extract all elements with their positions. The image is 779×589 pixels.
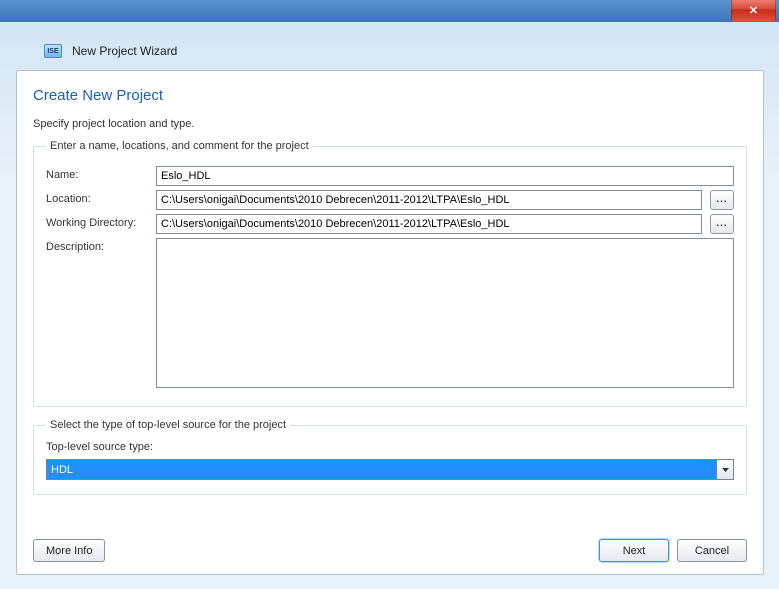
source-type-legend: Select the type of top-level source for …: [46, 419, 290, 431]
location-browse-button[interactable]: ...: [710, 190, 734, 210]
source-type-group: Select the type of top-level source for …: [33, 419, 747, 495]
page-title: Create New Project: [33, 87, 747, 104]
project-info-legend: Enter a name, locations, and comment for…: [46, 140, 313, 152]
wizard-footer: More Info Next Cancel: [33, 539, 747, 562]
window-titlebar: ✕: [0, 0, 779, 22]
wizard-panel: Create New Project Specify project locat…: [16, 70, 764, 575]
source-type-value: HDL: [47, 460, 716, 479]
project-info-group: Enter a name, locations, and comment for…: [33, 140, 747, 407]
working-dir-input[interactable]: [156, 214, 702, 234]
chevron-down-icon: [716, 460, 733, 479]
wizard-header: ISE New Project Wizard: [0, 22, 779, 68]
working-dir-browse-button[interactable]: ...: [710, 214, 734, 234]
source-type-label: Top-level source type:: [46, 441, 734, 453]
page-subtitle: Specify project location and type.: [33, 118, 747, 130]
window-close-button[interactable]: ✕: [731, 0, 776, 22]
cancel-button[interactable]: Cancel: [677, 539, 747, 562]
source-type-combo[interactable]: HDL: [46, 459, 734, 480]
location-input[interactable]: [156, 190, 702, 210]
app-icon: ISE: [44, 44, 62, 58]
more-info-button[interactable]: More Info: [33, 539, 105, 562]
name-label: Name:: [46, 166, 148, 181]
next-button[interactable]: Next: [599, 539, 669, 562]
location-label: Location:: [46, 190, 148, 205]
close-icon: ✕: [749, 4, 758, 17]
description-textarea[interactable]: [156, 238, 734, 388]
wizard-title: New Project Wizard: [72, 44, 177, 58]
description-label: Description:: [46, 238, 148, 253]
name-input[interactable]: [156, 166, 734, 186]
working-dir-label: Working Directory:: [46, 214, 148, 229]
